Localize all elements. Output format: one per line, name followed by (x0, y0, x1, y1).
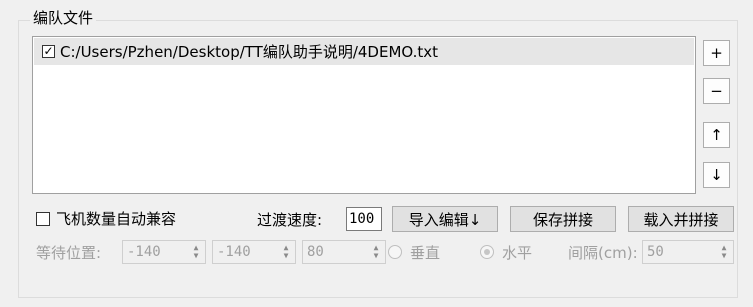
auto-compat-label: 飞机数量自动兼容 (56, 210, 177, 228)
interval-label: 间隔(cm): (568, 244, 638, 262)
plus-icon: + (710, 44, 723, 62)
spin-arrows-icon[interactable]: ▲ ▼ (719, 243, 729, 261)
wait-position-label: 等待位置: (36, 244, 102, 262)
auto-compat-option[interactable]: 飞机数量自动兼容 (36, 208, 176, 229)
move-down-button[interactable]: ↓ (703, 162, 730, 188)
auto-compat-checkbox[interactable] (36, 211, 50, 226)
spin-arrows-icon[interactable]: ▲ ▼ (371, 243, 381, 261)
remove-button[interactable]: − (703, 78, 730, 104)
transition-speed-label: 过渡速度: (257, 211, 323, 229)
wait-y-value: -140 (217, 244, 251, 260)
horizontal-label: 水平 (502, 244, 533, 262)
vertical-label: 垂直 (410, 244, 441, 262)
file-path: C:/Users/Pzhen/Desktop/TT编队助手说明/4DEMO.tx… (60, 43, 439, 61)
transition-speed-input[interactable]: 100 (346, 207, 382, 231)
add-button[interactable]: + (703, 40, 730, 66)
vertical-radio[interactable] (388, 245, 402, 259)
wait-x-value: -140 (127, 244, 161, 260)
wait-position-row: 等待位置: -140 ▲ ▼ -140 ▲ ▼ 80 ▲ ▼ 垂直 水平 间隔(cm)… (0, 238, 753, 266)
spin-arrows-icon[interactable]: ▲ ▼ (191, 243, 201, 261)
arrow-up-icon: ↑ (710, 126, 723, 144)
wait-z-value: 80 (307, 244, 324, 260)
options-row: 飞机数量自动兼容 过渡速度: 100 导入编辑↓ 保存拼接 载入并拼接 (0, 204, 753, 232)
list-item[interactable]: C:/Users/Pzhen/Desktop/TT编队助手说明/4DEMO.tx… (34, 38, 694, 65)
save-splice-button[interactable]: 保存拼接 (510, 206, 616, 232)
import-edit-button[interactable]: 导入编辑↓ (392, 206, 498, 232)
interval-value: 50 (647, 244, 664, 260)
group-title: 编队文件 (30, 8, 97, 28)
spin-arrows-icon[interactable]: ▲ ▼ (281, 243, 291, 261)
wait-y-spinbox[interactable]: -140 ▲ ▼ (212, 240, 296, 264)
wait-x-spinbox[interactable]: -140 ▲ ▼ (122, 240, 206, 264)
file-checkbox[interactable] (42, 45, 55, 58)
arrow-down-icon: ↓ (710, 166, 723, 184)
interval-spinbox[interactable]: 50 ▲ ▼ (642, 240, 734, 264)
load-splice-button[interactable]: 载入并拼接 (628, 206, 734, 232)
horizontal-radio[interactable] (480, 245, 494, 259)
move-up-button[interactable]: ↑ (703, 122, 730, 148)
file-list[interactable]: C:/Users/Pzhen/Desktop/TT编队助手说明/4DEMO.tx… (32, 36, 696, 194)
wait-z-spinbox[interactable]: 80 ▲ ▼ (302, 240, 386, 264)
minus-icon: − (710, 82, 723, 100)
